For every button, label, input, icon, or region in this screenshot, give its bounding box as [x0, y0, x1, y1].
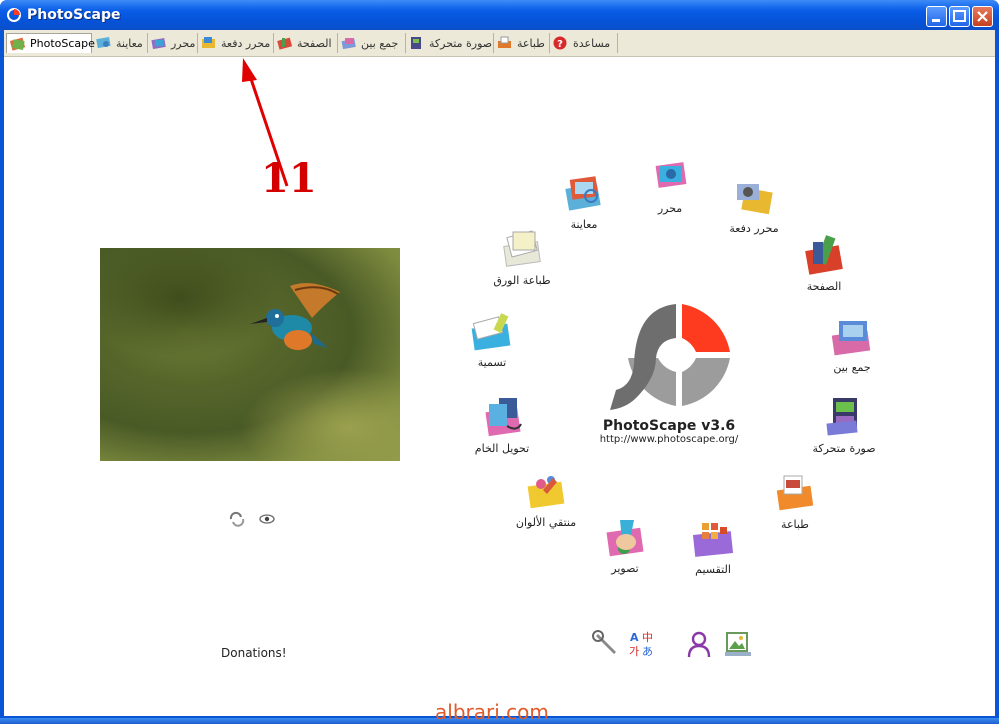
tab-page[interactable]: الصفحة [274, 33, 338, 53]
wheel-item-label: معاينة [570, 218, 598, 231]
tab-batch-editor[interactable]: محرر دفعة [198, 33, 274, 53]
tab-viewer[interactable]: معاينة [93, 33, 148, 53]
refresh-icon[interactable] [228, 511, 246, 527]
tab-label: محرر دفعة [221, 36, 271, 50]
wheel-item-color-picker[interactable]: منتقي الألوان [491, 470, 601, 529]
wheel-item-label: تحويل الخام [474, 442, 530, 455]
color-picker-icon [527, 476, 565, 509]
tab-label: PhotoScape [30, 37, 95, 50]
editor-tab-icon [151, 38, 166, 50]
app-window: PhotoScape PhotoScape معاينة محرر محرر د… [0, 0, 999, 718]
svg-text:?: ? [557, 39, 563, 50]
svg-text:가: 가 [629, 645, 639, 658]
tab-editor[interactable]: محرر [148, 33, 198, 53]
animated-gif-tab-icon [411, 37, 421, 49]
sample-photo-kingfisher [100, 248, 400, 461]
viewer-tab-icon [96, 37, 111, 49]
wheel-item-page[interactable]: الصفحة [769, 234, 879, 293]
animated-gif-icon [826, 398, 858, 436]
minimize-icon [932, 19, 940, 22]
tab-combine[interactable]: جمع بين [338, 33, 406, 53]
close-icon [977, 11, 988, 22]
batch-editor-tab-icon [202, 37, 215, 48]
window-title: PhotoScape [27, 7, 121, 23]
tab-label: جمع بين [361, 36, 399, 50]
photoscape-app-icon[interactable] [7, 8, 21, 22]
close-button[interactable] [972, 6, 993, 27]
wheel-item-viewer[interactable]: معاينة [529, 172, 639, 231]
tools-wrench-icon[interactable] [592, 630, 618, 656]
combine-icon [831, 321, 871, 356]
wheel-item-label: صورة متحركة [812, 442, 876, 455]
wheel-item-batch-editor[interactable]: محرر دفعة [699, 176, 809, 235]
kingfisher-bird-image [250, 283, 340, 350]
app-version-title: PhotoScape v3.6 [602, 418, 736, 434]
title-bar[interactable]: PhotoScape [0, 0, 999, 30]
wheel-item-label: تصوير [611, 562, 639, 575]
paper-print-icon [503, 230, 541, 267]
wheel-item-animated-gif[interactable]: صورة متحركة [789, 396, 899, 455]
wheel-item-label: جمع بين [833, 361, 871, 374]
wheel-item-paper-print[interactable]: طباعة الورق [467, 228, 577, 287]
donations-link[interactable]: Donations! [221, 646, 287, 660]
user-icon[interactable] [686, 630, 712, 658]
app-website-link[interactable]: http://www.photoscape.org/ [584, 434, 754, 445]
tab-animated-gif[interactable]: صورة متحركة [406, 33, 494, 53]
viewer-icon [565, 176, 601, 211]
tab-label: مساعدة [573, 36, 611, 50]
photoscape-tab-icon [10, 37, 26, 51]
minimize-button[interactable] [926, 6, 947, 27]
tab-help[interactable]: ? مساعدة [550, 33, 618, 53]
annotation-number: 11 [261, 155, 317, 202]
svg-text:中: 中 [642, 631, 653, 644]
wheel-item-rename[interactable]: تسمية [437, 310, 547, 369]
print-tab-icon [498, 36, 511, 48]
page-tab-icon [277, 37, 293, 50]
screen-capture-icon [606, 520, 644, 557]
maximize-button[interactable] [949, 6, 970, 27]
editor-icon [655, 162, 687, 188]
tab-print[interactable]: طباعة [494, 33, 550, 53]
batch-editor-icon [737, 184, 773, 215]
wheel-item-label: الصفحة [806, 280, 842, 293]
tab-photoscape[interactable]: PhotoScape [6, 33, 95, 53]
tab-label: صورة متحركة [429, 36, 493, 50]
help-tab-icon: ? [553, 36, 567, 50]
main-area: PhotoScape معاينة محرر محرر دفعة الصفحة … [4, 30, 995, 716]
eye-icon[interactable] [258, 511, 276, 527]
tab-bar: PhotoScape معاينة محرر محرر دفعة الصفحة … [4, 30, 995, 57]
wheel-item-label: طباعة الورق [493, 274, 551, 287]
wheel-item-label: منتقي الألوان [515, 516, 577, 529]
picture-frame-icon[interactable] [724, 630, 752, 658]
print-icon [776, 475, 814, 511]
tab-label: الصفحة [297, 36, 332, 50]
svg-text:あ: あ [642, 645, 653, 658]
tab-label: محرر [171, 36, 196, 50]
splitter-icon [692, 523, 734, 557]
combine-tab-icon [341, 38, 356, 50]
wheel-item-label: تسمية [477, 356, 507, 369]
page-icon [805, 235, 843, 275]
tab-label: طباعة [517, 36, 545, 50]
wheel-item-combine[interactable]: جمع بين [797, 315, 907, 374]
raw-converter-icon [485, 398, 522, 437]
maximize-icon [953, 10, 966, 22]
tab-label: معاينة [116, 36, 143, 50]
language-icon[interactable]: A 中 가 あ [628, 630, 656, 658]
watermark: albrari.com [435, 700, 549, 724]
svg-text:A: A [630, 631, 639, 644]
rename-icon [471, 313, 511, 351]
wheel-item-raw-converter[interactable]: تحويل الخام [447, 396, 557, 455]
